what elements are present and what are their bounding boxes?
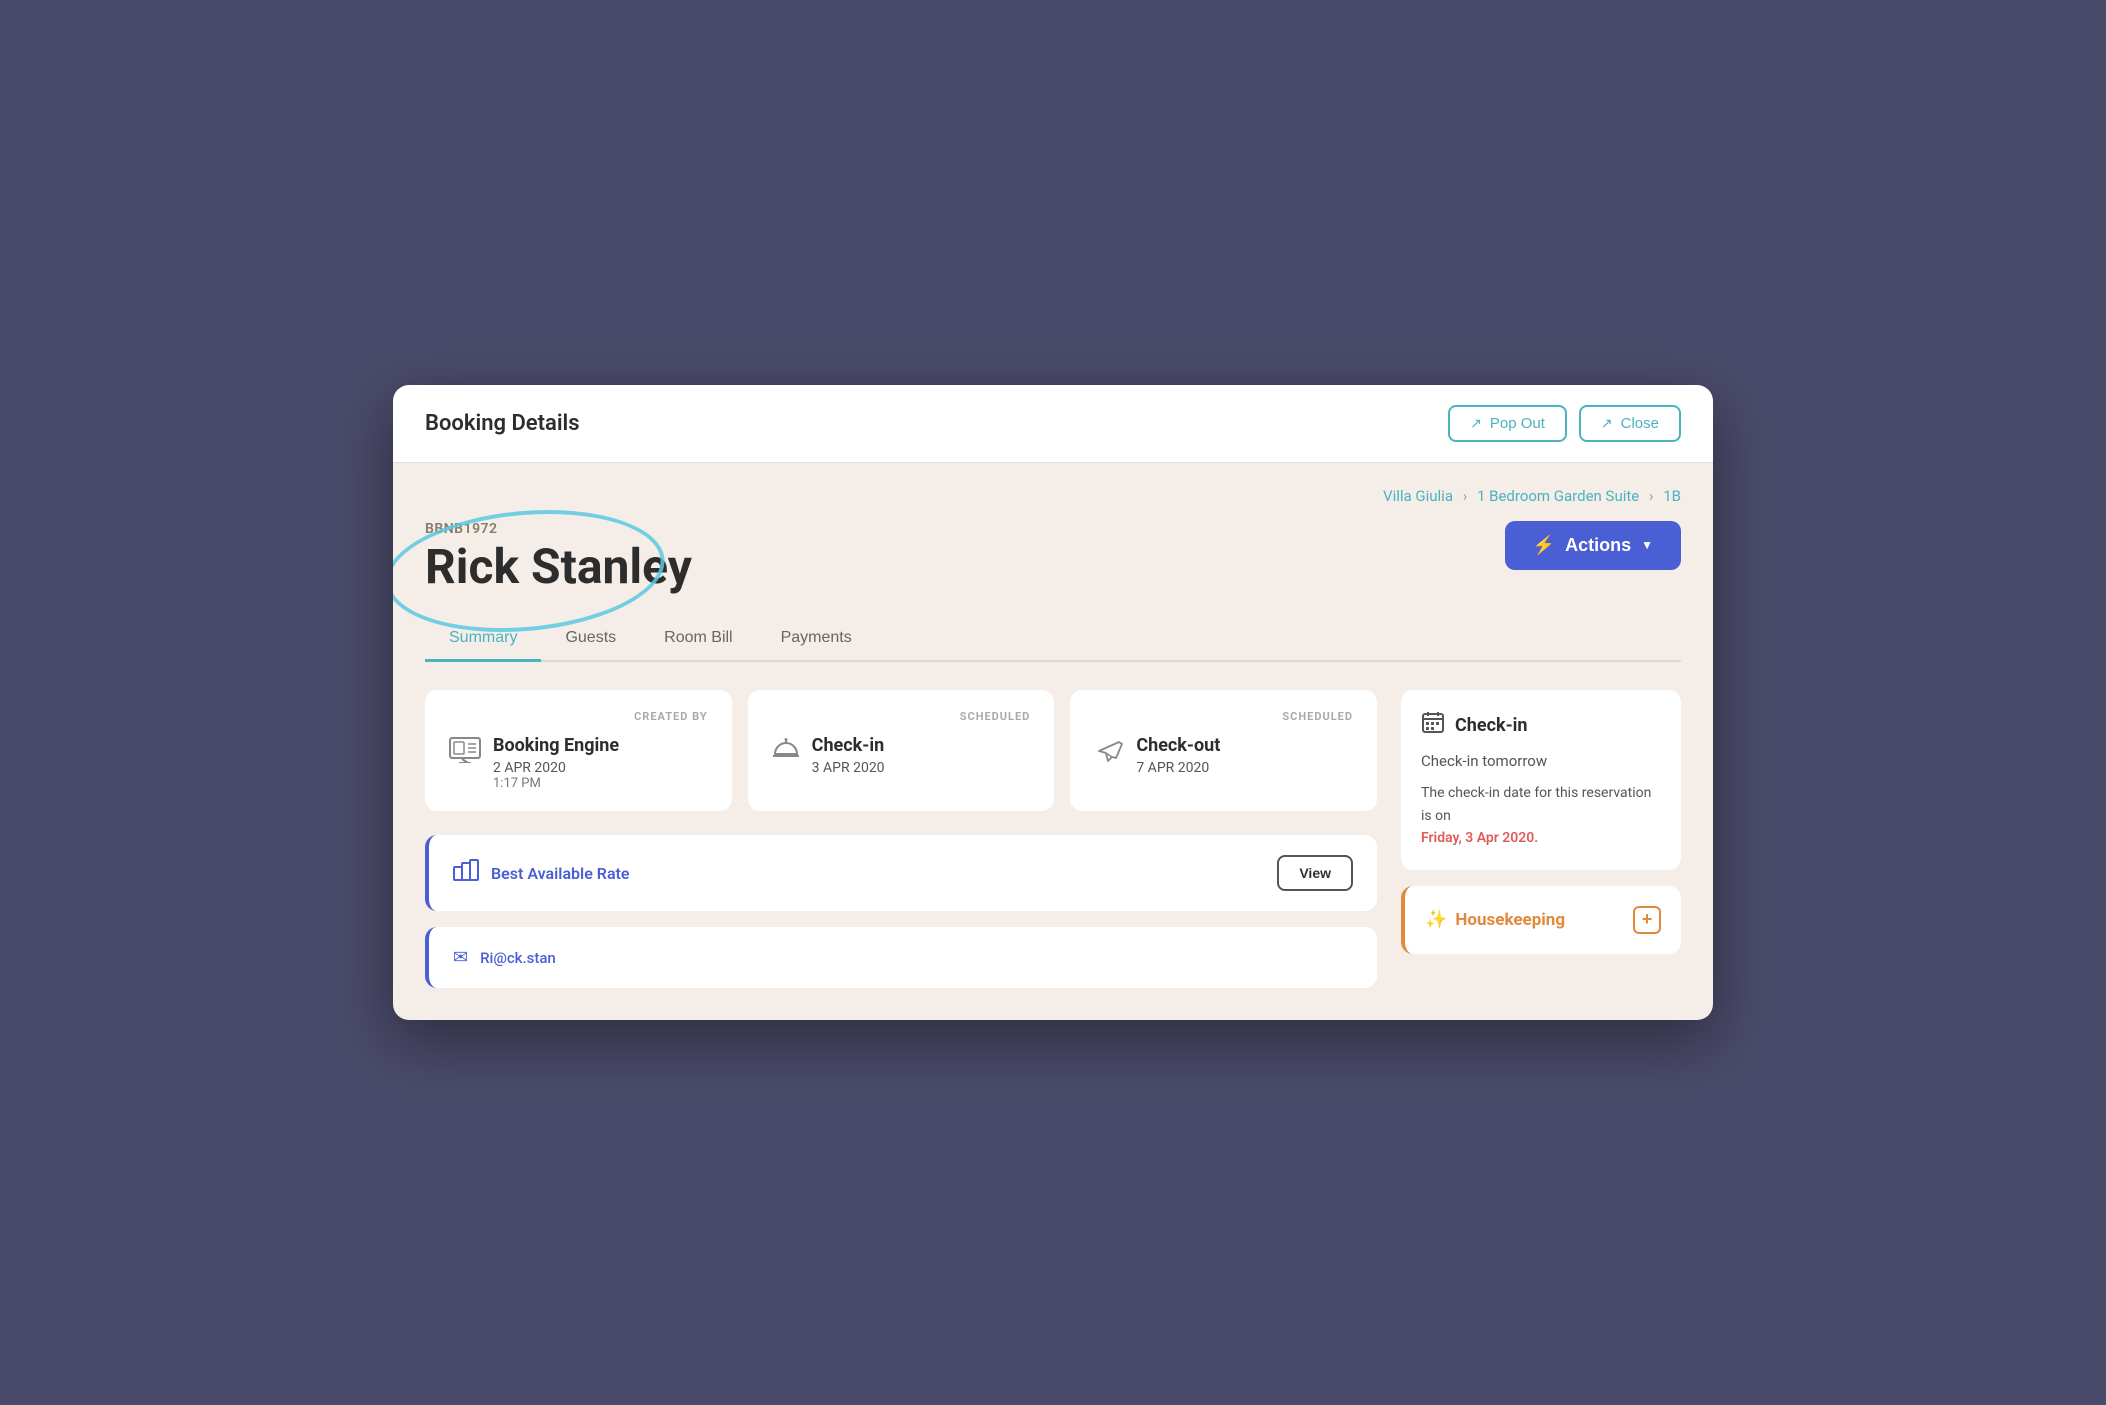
checkin-content: Check-in 3 APR 2020	[812, 735, 885, 776]
email-icon: ✉	[453, 947, 468, 968]
checkout-date: 7 APR 2020	[1136, 760, 1220, 776]
created-by-content: Booking Engine 2 APR 2020 1:17 PM	[493, 735, 619, 791]
chevron-down-icon: ▼	[1641, 538, 1653, 552]
checkout-label: SCHEDULED	[1094, 710, 1353, 723]
close-icon: ↗	[1601, 415, 1613, 432]
close-button[interactable]: ↗ Close	[1579, 405, 1681, 442]
booking-details-modal: Booking Details ↗ Pop Out ↗ Close Villa …	[393, 385, 1713, 1021]
checkin-date-highlight: Friday, 3 Apr 2020.	[1421, 830, 1538, 846]
actions-button[interactable]: ⚡ Actions ▼	[1505, 521, 1681, 570]
content-area: CREATED BY	[425, 690, 1681, 988]
pop-out-icon: ↗	[1470, 415, 1482, 432]
main-content: CREATED BY	[425, 690, 1377, 988]
created-by-card: CREATED BY	[425, 690, 732, 811]
tab-room-bill[interactable]: Room Bill	[640, 617, 756, 662]
bolt-icon: ⚡	[1533, 535, 1555, 556]
concierge-bell-icon	[772, 737, 800, 771]
checkin-subtitle: Check-in tomorrow	[1421, 752, 1661, 770]
calendar-icon	[1421, 710, 1445, 740]
created-by-date: 2 APR 2020	[493, 760, 619, 776]
checkout-title: Check-out	[1136, 735, 1220, 756]
checkin-body: The check-in date for this reservation i…	[1421, 782, 1661, 849]
header-buttons: ↗ Pop Out ↗ Close	[1448, 405, 1681, 442]
checkout-content: Check-out 7 APR 2020	[1136, 735, 1220, 776]
checkin-card: SCHEDULED Check-	[748, 690, 1055, 811]
housekeeping-title-left: ✨ Housekeeping	[1425, 909, 1565, 930]
booking-reference: BBNB1972	[425, 521, 692, 537]
tabs-row: Summary Guests Room Bill Payments	[425, 617, 1681, 662]
rate-icon	[453, 859, 479, 887]
checkin-panel: Check-in Check-in tomorrow The check-in …	[1401, 690, 1681, 869]
checkin-label: SCHEDULED	[772, 710, 1031, 723]
view-rate-button[interactable]: View	[1277, 855, 1353, 891]
checkout-icon-row: Check-out 7 APR 2020	[1094, 735, 1353, 776]
checkin-icon-row: Check-in 3 APR 2020	[772, 735, 1031, 776]
created-by-time: 1:17 PM	[493, 776, 619, 791]
breadcrumb-sep-2: ›	[1649, 487, 1654, 505]
booking-engine-icon	[449, 737, 481, 769]
rate-section: Best Available Rate View	[425, 835, 1377, 911]
booking-info-row: BBNB1972 Rick Stanley ⚡ Actions ▼	[425, 521, 1681, 594]
pop-out-button[interactable]: ↗ Pop Out	[1448, 405, 1567, 442]
modal-title: Booking Details	[425, 411, 580, 436]
checkin-date: 3 APR 2020	[812, 760, 885, 776]
sparkle-icon: ✨	[1425, 909, 1447, 930]
rate-title: Best Available Rate	[491, 864, 630, 883]
checkin-panel-title: Check-in	[1421, 710, 1661, 740]
breadcrumb: Villa Giulia › 1 Bedroom Garden Suite › …	[425, 487, 1681, 505]
booking-info-left: BBNB1972 Rick Stanley	[425, 521, 692, 594]
breadcrumb-room-type[interactable]: 1 Bedroom Garden Suite	[1477, 487, 1639, 505]
cards-row: CREATED BY	[425, 690, 1377, 811]
guest-name: Rick Stanley	[425, 541, 692, 594]
housekeeping-card: ✨ Housekeeping +	[1401, 886, 1681, 954]
created-by-label: CREATED BY	[449, 710, 708, 723]
checkout-card: SCHEDULED Check-out 7 APR 2020	[1070, 690, 1377, 811]
checkin-title: Check-in	[812, 735, 885, 756]
breadcrumb-room-number[interactable]: 1B	[1663, 487, 1681, 505]
modal-body: Villa Giulia › 1 Bedroom Garden Suite › …	[393, 463, 1713, 1021]
breadcrumb-sep-1: ›	[1463, 487, 1468, 505]
breadcrumb-property[interactable]: Villa Giulia	[1383, 487, 1453, 505]
tab-payments[interactable]: Payments	[757, 617, 876, 662]
modal-header: Booking Details ↗ Pop Out ↗ Close	[393, 385, 1713, 463]
email-section: ✉ Ri@ck.stan	[425, 927, 1377, 988]
airplane-icon	[1094, 737, 1124, 771]
sidebar: Check-in Check-in tomorrow The check-in …	[1401, 690, 1681, 988]
housekeeping-add-button[interactable]: +	[1633, 906, 1661, 934]
tab-summary[interactable]: Summary	[425, 617, 541, 662]
created-by-title: Booking Engine	[493, 735, 619, 756]
tab-guests[interactable]: Guests	[541, 617, 640, 662]
email-address: Ri@ck.stan	[480, 949, 556, 967]
created-by-icon-row: Booking Engine 2 APR 2020 1:17 PM	[449, 735, 708, 791]
rate-icon-title: Best Available Rate	[453, 859, 630, 887]
housekeeping-title: ✨ Housekeeping +	[1425, 906, 1661, 934]
